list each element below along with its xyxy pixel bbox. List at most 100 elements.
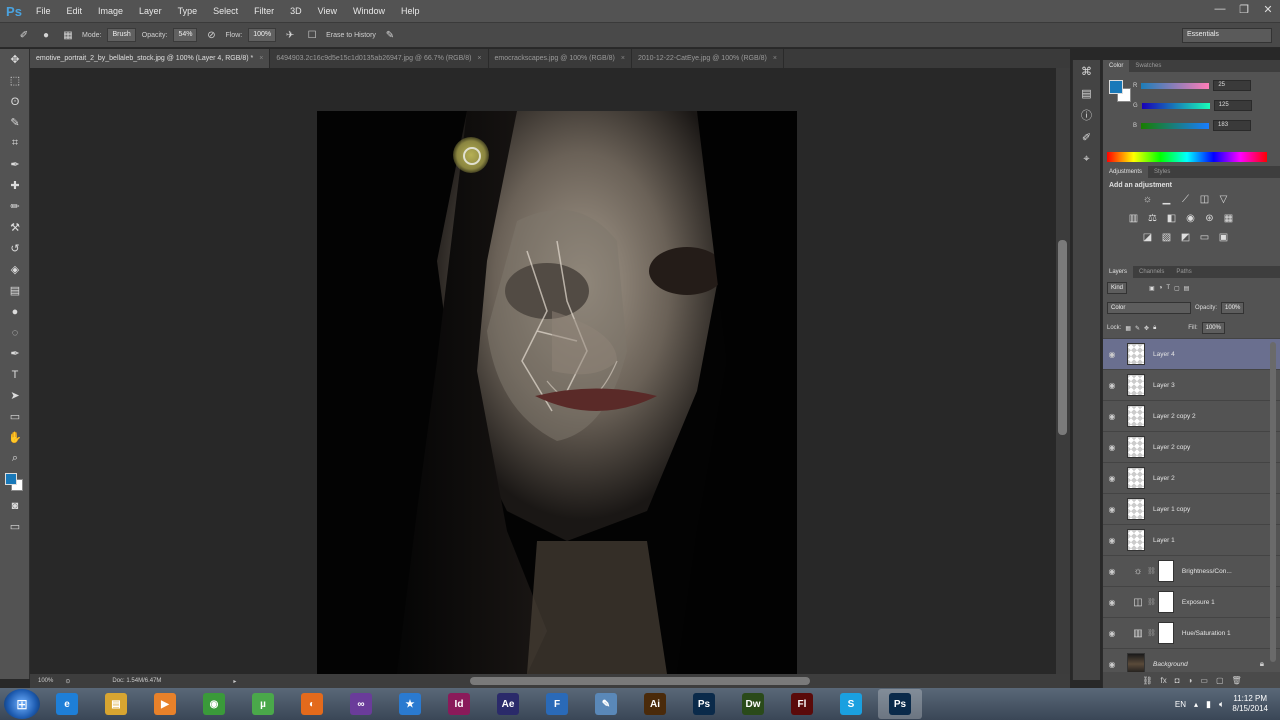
hue-saturation-icon[interactable]: ▥ [1127,212,1140,225]
menu-layer[interactable]: Layer [131,0,170,22]
canvas-area[interactable] [30,68,1070,674]
taskbar-fireworks-f[interactable]: F [535,689,579,719]
hand-tool-icon[interactable]: ✋ [0,427,30,448]
brightness-contrast-icon[interactable]: ☼ [1141,193,1154,206]
path-select-tool-icon[interactable]: ➤ [0,385,30,406]
zoom-level[interactable]: 100% [38,678,53,684]
brush-panel-toggle-icon[interactable]: ▦ [60,27,76,43]
taskbar-star-app[interactable]: ★ [388,689,432,719]
lasso-tool-icon[interactable]: ʘ [0,91,30,112]
taskbar-firefox[interactable]: ◐ [290,689,334,719]
taskbar-visual-studio[interactable]: ∞ [339,689,383,719]
opacity-pressure-icon[interactable]: ⊘ [203,27,219,43]
mode-select[interactable]: Brush [107,28,136,42]
visibility-eye-icon[interactable]: ◉ [1103,474,1121,483]
taskbar-photoshop-2[interactable]: Ps [878,689,922,719]
add-mask-icon[interactable]: ◘ [1175,676,1180,685]
filter-adjustment-icon[interactable]: ◑ [1159,285,1163,291]
taskbar-media-player[interactable]: ▶ [143,689,187,719]
rectangle-tool-icon[interactable]: ▭ [0,406,30,427]
clock[interactable]: 11:12 PM 8/15/2014 [1232,694,1268,714]
filter-smart-icon[interactable]: ▤ [1184,285,1190,292]
menu-3d[interactable]: 3D [282,0,310,22]
exposure-adj-icon[interactable]: ◫ [1198,193,1211,206]
layer-row[interactable]: ◉ ◫ ⛓ Exposure 1 [1103,586,1280,617]
taskbar-skype[interactable]: S [829,689,873,719]
tab-adjustments[interactable]: Adjustments [1103,166,1149,178]
menu-file[interactable]: File [28,0,59,22]
tray-arrow-icon[interactable]: ▴ [1194,700,1198,709]
levels-icon[interactable]: ▁ [1160,193,1173,206]
layer-row[interactable]: ◉ Layer 1 [1103,524,1280,555]
lock-transparent-icon[interactable]: ▦ [1125,325,1131,332]
clone-stamp-tool-icon[interactable]: ⚒ [0,217,30,238]
move-tool-icon[interactable]: ✥ [0,49,30,70]
delete-layer-icon[interactable]: 🗑︎ [1232,676,1242,685]
visibility-eye-icon[interactable]: ◉ [1103,350,1121,359]
lock-position-icon[interactable]: ✥ [1144,325,1149,332]
menu-select[interactable]: Select [205,0,246,22]
chain-link-icon[interactable]: ⛓ [1147,598,1156,606]
menu-type[interactable]: Type [170,0,206,22]
layers-scrollbar[interactable] [1270,342,1276,662]
quick-select-tool-icon[interactable]: ✎ [0,112,30,133]
document-tab[interactable]: emocrackscapes.jpg @ 100% (RGB/8) × [488,49,632,68]
visibility-eye-icon[interactable]: ◉ [1103,567,1121,576]
menu-filter[interactable]: Filter [246,0,282,22]
taskbar-utorrent[interactable]: µ [241,689,285,719]
color-lookup-icon[interactable]: ▦ [1222,212,1235,225]
visibility-eye-icon[interactable]: ◉ [1103,505,1121,514]
properties-icon[interactable]: ▤ [1073,82,1100,104]
visibility-eye-icon[interactable]: ◉ [1103,629,1121,638]
history-brush-tool-icon[interactable]: ↺ [0,238,30,259]
filter-type-icon[interactable]: T [1166,285,1170,291]
start-button[interactable]: ⊞ [4,689,40,719]
eraser-tool-preset-icon[interactable]: ✐ [16,27,32,43]
menu-view[interactable]: View [310,0,345,22]
red-slider[interactable] [1141,82,1210,89]
menu-window[interactable]: Window [345,0,393,22]
photo-filter-icon[interactable]: ◉ [1184,212,1197,225]
filter-pixel-icon[interactable]: ▣ [1149,285,1155,292]
menu-image[interactable]: Image [90,0,131,22]
layer-mask-thumbnail[interactable] [1157,560,1174,582]
blue-slider[interactable] [1141,122,1210,129]
taskbar-indesign[interactable]: Id [437,689,481,719]
curves-icon[interactable]: ⟋ [1179,193,1192,206]
layer-row[interactable]: ◉ ☼ ⛓ Brightness/Con... [1103,555,1280,586]
blend-mode-select[interactable]: Color [1107,302,1191,314]
document-tab[interactable]: emotive_portrait_2_by_bellaleb_stock.jpg… [30,49,271,68]
clone-source-icon[interactable]: ⌖ [1073,148,1100,170]
filter-shape-icon[interactable]: ▢ [1174,285,1180,292]
selective-color-icon[interactable]: ▣ [1217,231,1230,244]
quick-mask-icon[interactable]: ◙ [0,495,30,516]
pen-tool-icon[interactable]: ✒ [0,343,30,364]
layer-row[interactable]: ◉ Layer 4 [1103,338,1280,369]
threshold-icon[interactable]: ◩ [1179,231,1192,244]
visibility-eye-icon[interactable]: ◉ [1103,536,1121,545]
layer-row[interactable]: ◉ ▥ ⛓ Hue/Saturation 1 [1103,617,1280,648]
eyedropper-tool-icon[interactable]: ✒ [0,154,30,175]
menu-edit[interactable]: Edit [59,0,91,22]
green-slider[interactable] [1141,102,1210,109]
posterize-icon[interactable]: ▧ [1160,231,1173,244]
vibrance-icon[interactable]: ▽ [1217,193,1230,206]
info-icon[interactable]: ⓘ [1073,104,1100,126]
gradient-map-icon[interactable]: ▭ [1198,231,1211,244]
erase-to-history-checkbox[interactable]: ☐ [304,27,320,43]
link-layers-icon[interactable]: ⛓ [1142,676,1152,685]
gradient-tool-icon[interactable]: ▤ [0,280,30,301]
lock-all-icon[interactable]: 🔒︎ [1153,325,1156,332]
taskbar-after-effects[interactable]: Ae [486,689,530,719]
new-group-icon[interactable]: ▭ [1200,676,1208,685]
close-tab-icon[interactable]: × [477,55,481,62]
taskbar-explorer[interactable]: ▤ [94,689,138,719]
layer-mask-thumbnail[interactable] [1157,622,1174,644]
status-arrow-icon[interactable]: ▸ [233,678,236,685]
layer-row[interactable]: ◉ Layer 2 copy [1103,431,1280,462]
size-pressure-icon[interactable]: ✎ [382,27,398,43]
tab-color[interactable]: Color [1103,60,1130,72]
visibility-eye-icon[interactable]: ◉ [1103,381,1121,390]
black-white-icon[interactable]: ◧ [1165,212,1178,225]
layer-opacity-input[interactable]: 100% [1221,302,1245,314]
